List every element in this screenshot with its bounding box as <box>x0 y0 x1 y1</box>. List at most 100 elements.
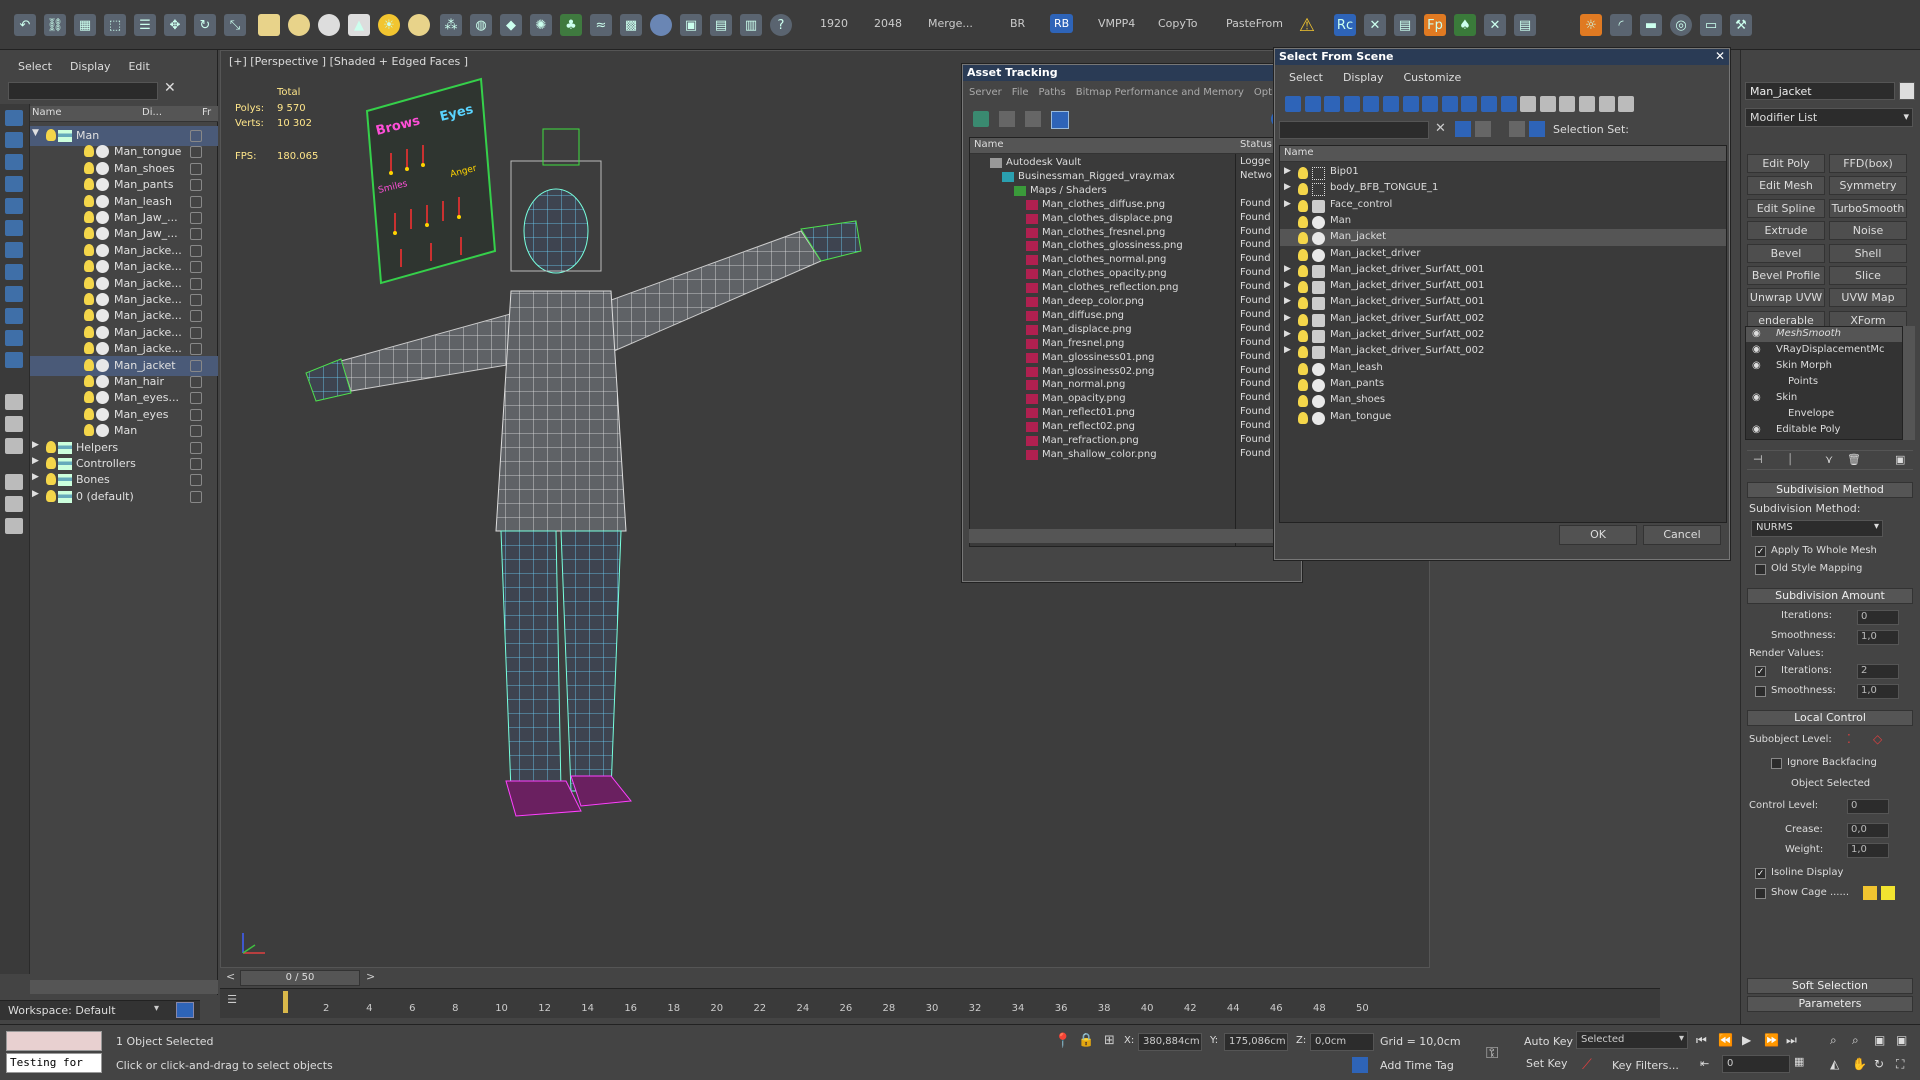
layout-icon[interactable]: ▤ <box>1394 14 1416 36</box>
modifier-button[interactable]: Edit Spline <box>1747 198 1825 218</box>
close-icon[interactable]: ✕ <box>1715 49 1725 63</box>
visibility-bulb-icon[interactable] <box>84 407 94 420</box>
visibility-bulb-icon[interactable] <box>84 424 94 437</box>
filter-spacewarps-icon[interactable] <box>1383 96 1399 112</box>
warning-icon[interactable]: ⚠ <box>1296 14 1318 36</box>
local-control-rollout[interactable]: Local Control <box>1747 710 1913 726</box>
sfs-object-row[interactable]: Man_tongue <box>1280 409 1726 426</box>
explorer-col-display[interactable]: Di... <box>142 107 162 118</box>
visibility-bulb-icon[interactable] <box>1298 313 1308 326</box>
explorer-menu-edit[interactable]: Edit <box>128 60 149 80</box>
go-to-start-icon[interactable]: ⏮ <box>1696 1033 1707 1048</box>
sfs-object-row[interactable]: ▶ Man_jacket_driver_SurfAtt_001 <box>1280 278 1726 295</box>
settings-icon[interactable]: ✕ <box>1484 14 1506 36</box>
clear-search-icon[interactable]: ✕ <box>164 80 176 96</box>
ignore-backfacing-checkbox[interactable] <box>1771 758 1782 769</box>
asset-menu-file[interactable]: File <box>1012 87 1029 98</box>
move-icon[interactable]: ✥ <box>164 14 186 36</box>
time-slider-prev-icon[interactable]: < <box>226 970 235 983</box>
sfs-object-row[interactable]: Man_shoes <box>1280 392 1726 409</box>
z-coord-field[interactable]: 0,0cm <box>1310 1033 1374 1051</box>
sfs-clear-search-icon[interactable]: ✕ <box>1435 121 1446 136</box>
sfs-object-row[interactable]: ▶ Man_jacket_driver_SurfAtt_002 <box>1280 311 1726 328</box>
explorer-tree-row[interactable]: ▶ 0 (default) <box>30 487 218 507</box>
sfs-object-row[interactable]: ▶ Face_control <box>1280 197 1726 214</box>
visibility-bulb-icon[interactable] <box>1298 297 1308 310</box>
freeze-toggle-icon[interactable] <box>190 359 202 372</box>
freeze-toggle-icon[interactable] <box>190 195 202 208</box>
br-button[interactable]: BR <box>1010 17 1025 30</box>
hair-icon[interactable]: ≈ <box>590 14 612 36</box>
expand-icon[interactable]: ▶ <box>1284 166 1291 176</box>
pin-stack-icon[interactable]: ⊣ <box>1753 453 1763 466</box>
expand-icon[interactable]: ▶ <box>32 472 39 482</box>
visibility-bulb-icon[interactable] <box>1298 199 1308 212</box>
rb-button[interactable]: RB <box>1050 14 1074 33</box>
explorer-col-name[interactable]: Name <box>32 107 62 118</box>
orbit-icon[interactable]: ↻ <box>1874 1057 1884 1071</box>
display-lights-icon[interactable] <box>5 176 23 192</box>
freeze-toggle-icon[interactable] <box>190 392 202 405</box>
asset-menu-bitmap[interactable]: Bitmap Performance and Memory <box>1076 87 1244 98</box>
modifier-stack-item[interactable]: ◉ Skin <box>1746 391 1902 406</box>
freeze-toggle-icon[interactable] <box>190 146 202 159</box>
modifier-list-dropdown[interactable]: Modifier List ▾ <box>1745 108 1913 127</box>
visibility-bulb-icon[interactable] <box>1298 346 1308 359</box>
explorer-hscrollbar[interactable] <box>30 980 218 994</box>
modifier-stack-scrollbar[interactable] <box>1903 326 1915 440</box>
iterations-spinner[interactable]: 0 <box>1857 610 1899 625</box>
help-icon[interactable]: ? <box>770 14 792 36</box>
freeze-toggle-icon[interactable] <box>190 130 202 142</box>
visibility-bulb-icon[interactable] <box>84 375 94 387</box>
modifier-stack-item[interactable]: ◉ MeshSmooth <box>1746 327 1902 342</box>
sfs-object-row[interactable]: Man_jacket <box>1280 229 1726 247</box>
resolution-1920-button[interactable]: 1920 <box>820 17 848 30</box>
make-unique-icon[interactable]: ⋎ <box>1825 453 1833 466</box>
modifier-stack-item[interactable]: Points <box>1746 375 1902 390</box>
expand-icon[interactable]: ▶ <box>1284 280 1291 290</box>
filter-icon[interactable] <box>5 474 23 490</box>
modifier-button[interactable]: Slice <box>1829 266 1907 285</box>
play-icon[interactable]: ▶ <box>1742 1033 1751 1047</box>
filter-geometry-icon[interactable] <box>1285 96 1301 112</box>
texture-icon[interactable]: ▩ <box>620 14 642 36</box>
maxscript-listener-input[interactable]: Testing for <box>6 1053 102 1073</box>
viewport-label[interactable]: [+] [Perspective ] [Shaded + Edged Faces… <box>229 55 468 68</box>
sfs-object-row[interactable]: ▶ Bip01 <box>1280 164 1726 181</box>
modifier-button[interactable]: TurboSmooth <box>1829 198 1907 218</box>
display-none-icon[interactable] <box>5 110 23 126</box>
filter-groups-icon[interactable] <box>1402 96 1419 112</box>
visibility-bulb-icon[interactable] <box>84 309 94 322</box>
freeze-toggle-icon[interactable] <box>190 228 202 241</box>
visibility-bulb-icon[interactable] <box>84 358 94 371</box>
teapot-icon[interactable] <box>408 14 430 36</box>
previous-frame-icon[interactable]: ⏪ <box>1718 1033 1733 1047</box>
absolute-mode-icon[interactable]: ⊞ <box>1104 1033 1115 1048</box>
asset-col-name[interactable]: Name <box>974 139 1004 150</box>
sfs-menu-select[interactable]: Select <box>1289 71 1323 84</box>
subdivision-method-dropdown[interactable]: NURMS ▾ <box>1751 520 1883 537</box>
expand-icon[interactable]: ▶ <box>1284 313 1291 323</box>
modifier-stack-item[interactable]: ◉ Editable Poly <box>1746 423 1902 438</box>
visibility-bulb-icon[interactable] <box>46 440 56 453</box>
detail-view-icon[interactable] <box>1025 111 1041 127</box>
modifier-button[interactable]: Shell <box>1829 243 1907 263</box>
panel-icon[interactable]: ▤ <box>1514 14 1536 36</box>
character-wireframe-model[interactable] <box>281 111 1001 831</box>
explorer-col-freeze[interactable]: Fr <box>202 107 211 118</box>
visibility-bulb-icon[interactable] <box>84 342 94 355</box>
expand-icon[interactable]: ▶ <box>1284 296 1291 306</box>
display-tab-icon[interactable]: ▭ <box>1700 14 1722 36</box>
visibility-bulb-icon[interactable] <box>84 260 94 273</box>
resolution-2048-button[interactable]: 2048 <box>874 17 902 30</box>
visibility-bulb-icon[interactable] <box>1298 215 1308 228</box>
select-from-scene-title-bar[interactable]: Select From Scene ✕ <box>1275 49 1729 65</box>
freeze-toggle-icon[interactable] <box>190 326 202 339</box>
sfs-object-row[interactable]: Man_jacket_driver <box>1280 246 1726 263</box>
particle-icon[interactable]: ⁂ <box>440 14 462 36</box>
hierarchy-tab-icon[interactable]: ▬ <box>1640 14 1662 36</box>
visibility-bulb-icon[interactable] <box>84 178 94 191</box>
visibility-bulb-icon[interactable] <box>46 129 56 141</box>
render-icon[interactable]: ◆ <box>500 14 522 36</box>
sfs-col-name[interactable]: Name <box>1284 147 1314 158</box>
